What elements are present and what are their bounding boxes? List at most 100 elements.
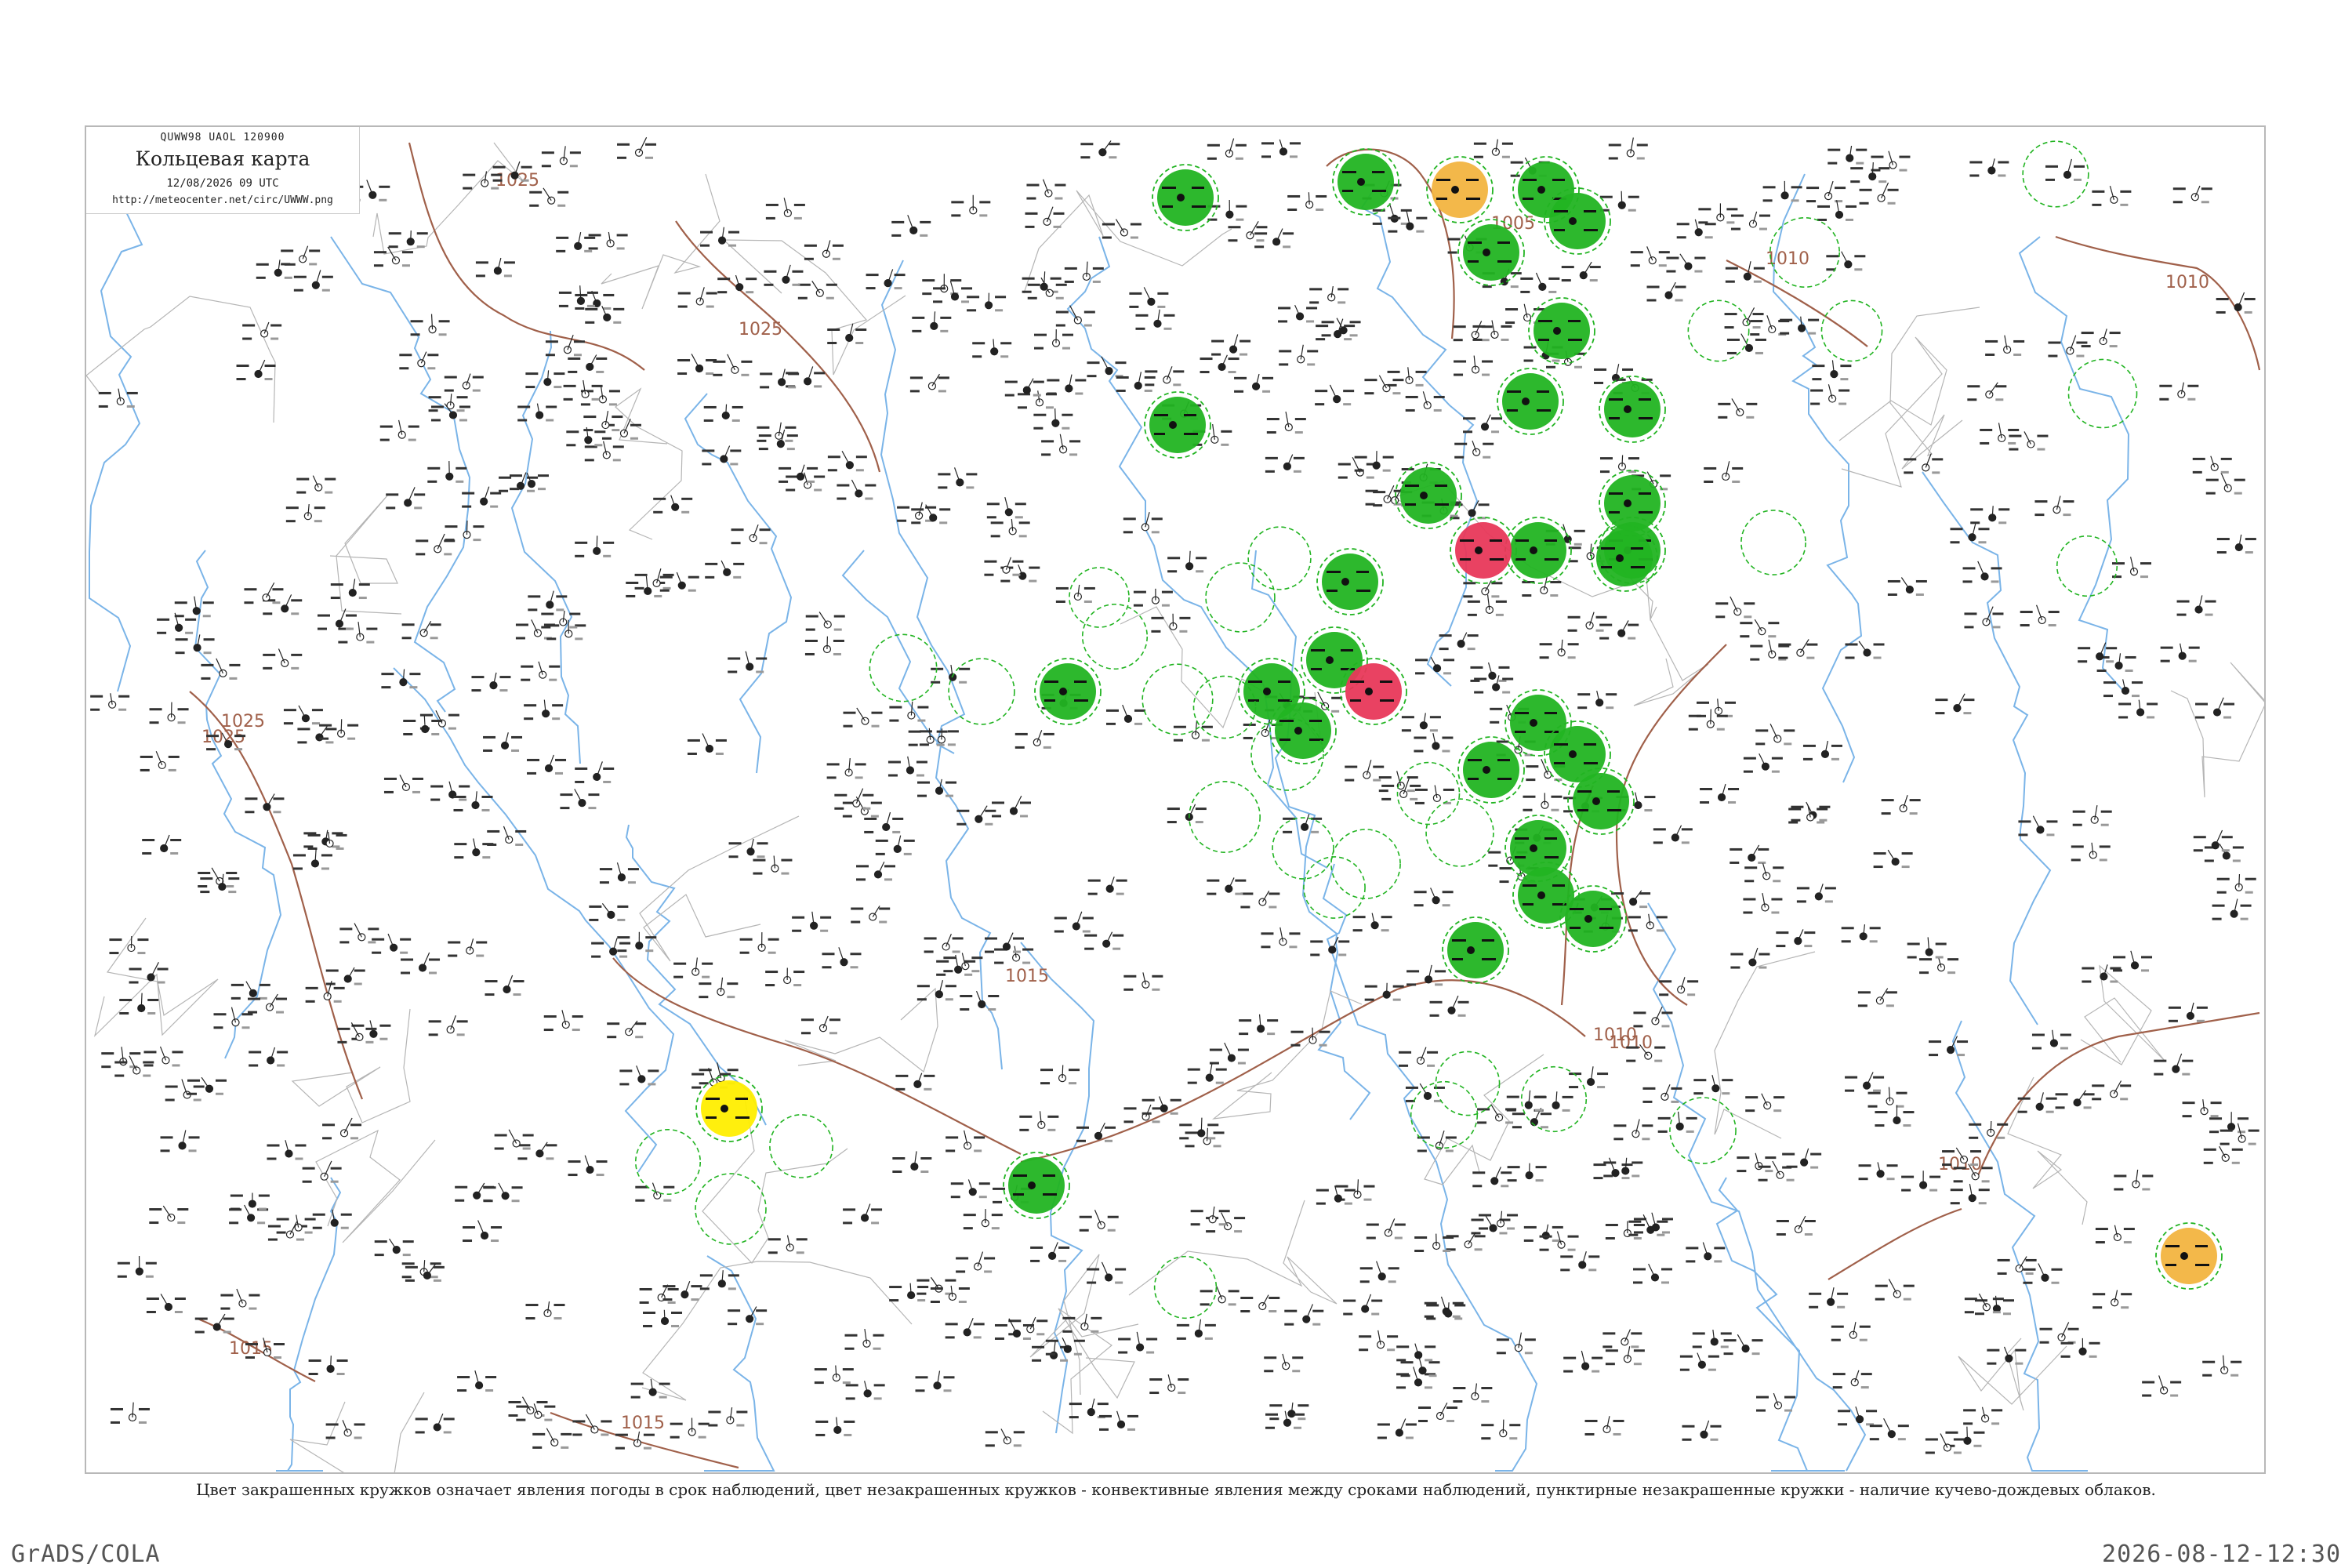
- station-plot-610: [568, 1155, 608, 1177]
- station-plot-298: [2195, 697, 2235, 719]
- station-plot-583: [1831, 1322, 1871, 1341]
- station-plot-199: [1666, 253, 1706, 273]
- station-plot-81: [1693, 1075, 1733, 1095]
- station-plot-258: [475, 257, 515, 278]
- station-plot-210: [1479, 1210, 1519, 1230]
- station-plot-268: [1254, 228, 1294, 249]
- station-plot-407: [575, 761, 615, 783]
- station-plot-110: [1630, 246, 1670, 267]
- weather-circle-rain-13: [1591, 524, 1658, 592]
- isobar-line-6: [1020, 979, 1586, 1163]
- river-line-6: [1360, 189, 1479, 687]
- weather-circle-rain-12: [1504, 517, 1572, 584]
- station-plot-15: [626, 575, 666, 597]
- isobar-labels: 1025102510251025101510151015101010101010…: [201, 171, 2209, 1433]
- station-plot-119: [401, 1260, 441, 1279]
- station-plot-131: [634, 568, 674, 590]
- station-plot-557: [708, 1407, 748, 1427]
- isobar-label-6: 1015: [1005, 967, 1049, 986]
- river-line-0: [89, 197, 143, 692]
- station-plot-437: [630, 1378, 670, 1399]
- station-plot-282: [1167, 550, 1207, 573]
- station-plot-269: [1345, 760, 1385, 782]
- cb-ring-5: [1205, 562, 1276, 633]
- station-plot-399: [2160, 643, 2200, 662]
- station-plot-601: [1200, 1286, 1240, 1306]
- station-plot-49: [149, 1205, 189, 1225]
- station-plot-250: [889, 1283, 929, 1302]
- station-plot-413: [297, 725, 337, 744]
- station-plot-225: [916, 980, 956, 1001]
- footer-timestamp: 2026-08-12-12:30: [2102, 1541, 2341, 1568]
- station-plot-536: [1802, 740, 1842, 760]
- station-plot-16: [201, 658, 241, 680]
- station-plot-501: [405, 1264, 445, 1282]
- station-plot-147: [617, 931, 657, 953]
- isobar-line-10: [2055, 235, 2261, 371]
- station-plot-233: [1167, 804, 1207, 824]
- station-plot-303: [1599, 455, 1639, 474]
- weather-circle-rain-3: [1544, 187, 1611, 255]
- station-plot-160: [1079, 1210, 1119, 1232]
- station-plot-393: [1704, 461, 1744, 483]
- station-plot-300: [427, 461, 467, 483]
- station-plot-351: [1512, 1108, 1552, 1129]
- station-plot-572: [1176, 1319, 1216, 1340]
- station-plot-287: [1454, 355, 1494, 376]
- station-plot-418: [615, 1431, 655, 1450]
- station-plot-602: [753, 855, 793, 875]
- station-plot-184: [483, 732, 523, 752]
- station-plot-409: [1718, 398, 1758, 419]
- station-plot-137: [1239, 1014, 1279, 1036]
- map-url: http://meteocenter.net/circ/UWWW.png: [112, 194, 333, 206]
- station-plot-502: [1378, 771, 1418, 793]
- cb-ring-28: [869, 633, 938, 702]
- station-plot-73: [617, 136, 657, 159]
- station-plot-582: [1962, 561, 2002, 583]
- station-plot-441: [909, 373, 949, 393]
- road-line-12: [289, 1392, 425, 1472]
- station-plot-403: [984, 557, 1024, 576]
- station-plot-603: [1745, 1093, 1785, 1112]
- station-plot-372: [804, 240, 844, 260]
- cb-ring-21: [1687, 299, 1750, 362]
- station-plot-579: [529, 187, 569, 207]
- station-plot-576: [1207, 199, 1247, 221]
- road-line-28: [641, 1261, 913, 1401]
- station-plot-96: [379, 419, 419, 441]
- station-plot-317: [786, 366, 826, 388]
- station-plot-347: [924, 934, 964, 953]
- station-plot-192: [866, 269, 906, 290]
- station-plot-355: [2103, 679, 2143, 698]
- station-plot-596: [119, 993, 159, 1015]
- legend-caption: Цвет закрашенных кружков означает явлени…: [196, 1480, 2156, 1499]
- station-plot-452: [827, 323, 867, 345]
- station-plot-423: [687, 733, 727, 755]
- station-plot-104: [2112, 557, 2152, 579]
- station-plot-255: [303, 829, 343, 848]
- station-plot-348: [1507, 1163, 1547, 1182]
- station-plot-577: [1424, 1296, 1464, 1318]
- station-plot-516: [1632, 1263, 1672, 1284]
- isobar-lines: [189, 142, 2261, 1469]
- station-plot-237: [717, 274, 757, 294]
- station-plot-459: [2031, 1029, 2071, 1050]
- station-plot-320: [670, 1417, 710, 1439]
- station-plot-14: [1676, 219, 1716, 239]
- river-line-2: [510, 330, 581, 764]
- station-plot-231: [146, 1294, 186, 1313]
- station-plot-547: [1025, 206, 1065, 228]
- station-plot-44: [1633, 1006, 1673, 1028]
- footer-software: GrADS/COLA: [11, 1541, 161, 1568]
- station-plot-341: [1030, 1242, 1070, 1262]
- station-plot-472: [1055, 584, 1095, 603]
- station-plot-275: [521, 661, 561, 681]
- station-plot-87: [281, 245, 321, 266]
- road-line-18: [291, 1008, 411, 1123]
- station-plot-156: [768, 1235, 808, 1254]
- cb-ring-16: [2022, 140, 2089, 208]
- cb-ring-22: [1740, 510, 1806, 575]
- cb-ring-11: [1189, 781, 1261, 853]
- station-plot-66: [1845, 1072, 1885, 1092]
- station-plot-470: [1832, 1370, 1872, 1389]
